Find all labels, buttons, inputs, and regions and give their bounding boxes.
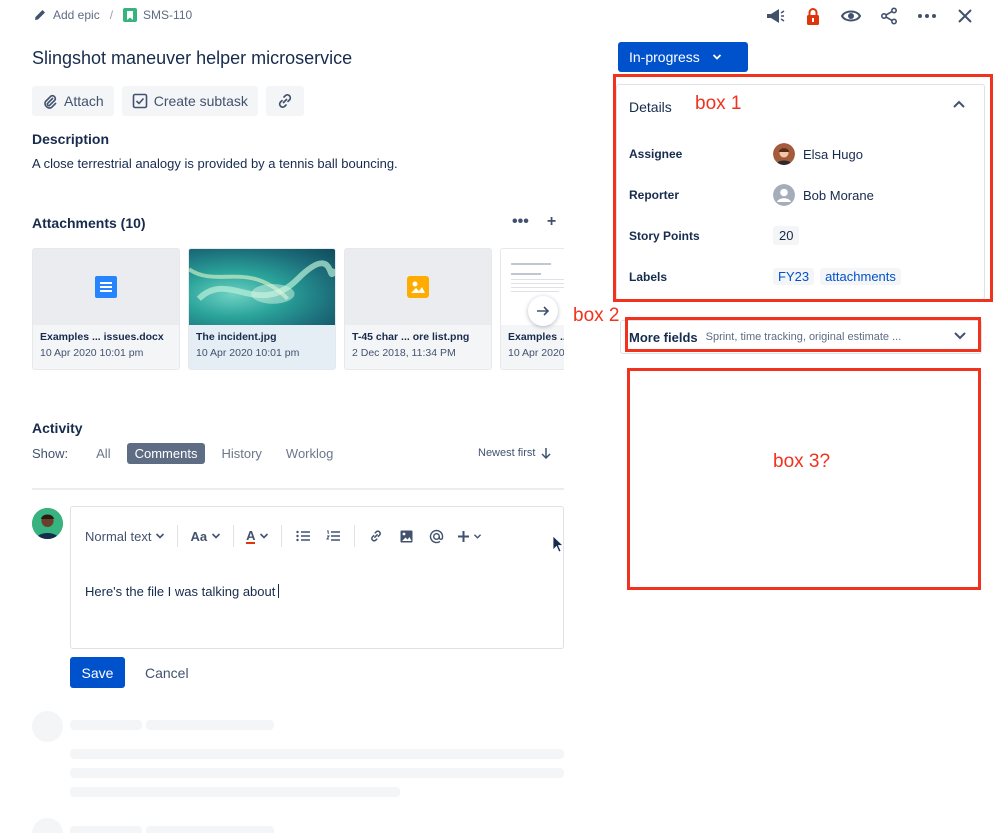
link-issue-button[interactable] (265, 86, 304, 116)
megaphone-icon[interactable] (765, 6, 785, 26)
comment-body[interactable]: Here's the file I was talking about (85, 584, 280, 599)
annotation-label-3: box 3? (773, 451, 831, 472)
link-icon[interactable] (361, 529, 391, 543)
insert-menu-button[interactable] (451, 530, 487, 543)
attachments-next-button[interactable] (528, 296, 558, 326)
font-size-label: Aa (190, 528, 208, 544)
editor-toolbar: Normal text Aa A (85, 525, 493, 547)
save-button[interactable]: Save (70, 657, 125, 688)
issue-key-link[interactable]: SMS-110 (143, 8, 192, 22)
activity-heading: Activity (32, 420, 83, 436)
comment-editor[interactable]: Normal text Aa A Here's the file I was t… (70, 506, 564, 649)
subtask-icon (132, 93, 148, 109)
chevron-down-icon (211, 532, 221, 540)
text-color-label: A (246, 527, 256, 544)
link-icon (276, 92, 294, 110)
mention-icon[interactable] (421, 529, 451, 544)
attachment-date: 10 Apr 2020 (508, 347, 564, 359)
attachment-date: 2 Dec 2018, 11:34 PM (352, 347, 456, 359)
filter-worklog[interactable]: Worklog (278, 443, 341, 464)
annotation-label-1: box 1 (695, 93, 742, 114)
attachment-card[interactable]: The incident.jpg 10 Apr 2020 10:01 pm (188, 248, 336, 370)
document-icon (95, 276, 117, 298)
status-dropdown[interactable]: In-progress (618, 42, 748, 72)
activity-divider (32, 488, 564, 490)
attachment-date: 10 Apr 2020 10:01 pm (40, 347, 144, 359)
annotation-box-1 (613, 74, 993, 302)
text-style-label: Normal text (85, 528, 152, 544)
attachment-name: Examples ... issues.docx (40, 331, 164, 343)
show-label: Show: (32, 446, 69, 461)
attachment-thumbnail (33, 249, 179, 325)
text-color-dropdown[interactable]: A (234, 529, 281, 544)
photo-thumbnail (189, 249, 335, 325)
filter-comments[interactable]: Comments (126, 443, 206, 464)
attach-button[interactable]: Attach (32, 86, 114, 116)
lock-icon[interactable] (803, 6, 823, 26)
paperclip-icon (42, 93, 58, 109)
story-icon (123, 8, 138, 22)
attachments-heading: Attachments (10) (32, 215, 146, 231)
comment-text: Here's the file I was talking about (85, 584, 276, 599)
filter-history[interactable]: History (213, 443, 269, 464)
annotation-box-3 (627, 368, 981, 590)
attachment-thumbnail (345, 249, 491, 325)
activity-filter: Show: All Comments History Worklog (32, 443, 341, 464)
annotation-label-2: box 2 (573, 305, 620, 326)
add-epic-link[interactable]: Add epic (53, 8, 100, 22)
sort-label: Newest first (478, 447, 536, 459)
attachment-name: Examples ... (508, 331, 564, 343)
filter-all[interactable]: All (88, 443, 118, 464)
issue-actions (765, 6, 975, 26)
font-size-dropdown[interactable]: Aa (178, 529, 233, 544)
chevron-down-icon (473, 533, 482, 539)
breadcrumb: Add epic / SMS-110 (33, 8, 192, 22)
chevron-down-icon (259, 532, 269, 540)
more-icon[interactable] (917, 6, 937, 26)
text-style-dropdown[interactable]: Normal text (85, 529, 177, 544)
mouse-cursor-icon (552, 535, 564, 553)
attachments-actions: ••• + (512, 213, 556, 231)
create-subtask-button[interactable]: Create subtask (121, 86, 258, 116)
cancel-button[interactable]: Cancel (145, 665, 189, 681)
attachments-add-button[interactable]: + (547, 213, 556, 231)
avatar (32, 508, 63, 539)
sort-toggle[interactable]: Newest first (478, 447, 551, 459)
attachments-strip: Examples ... issues.docx 10 Apr 2020 10:… (32, 248, 564, 372)
attachment-card[interactable]: Examples ... issues.docx 10 Apr 2020 10:… (32, 248, 180, 370)
arrow-right-icon (536, 304, 550, 318)
numbered-list-icon[interactable] (318, 530, 348, 542)
attachment-card[interactable]: T-45 char ... ore list.png 2 Dec 2018, 1… (344, 248, 492, 370)
annotation-box-2 (625, 317, 981, 352)
attach-label: Attach (64, 93, 104, 109)
description-text[interactable]: A close terrestrial analogy is provided … (32, 156, 398, 171)
attachment-name: T-45 char ... ore list.png (352, 331, 470, 343)
attachment-date: 10 Apr 2020 10:01 pm (196, 347, 300, 359)
image-icon[interactable] (391, 530, 421, 543)
breadcrumb-separator: / (109, 8, 114, 22)
watch-icon[interactable] (841, 6, 861, 26)
chevron-down-icon (712, 53, 722, 61)
close-icon[interactable] (955, 6, 975, 26)
bullet-list-icon[interactable] (288, 530, 318, 542)
attachments-more-button[interactable]: ••• (512, 213, 529, 231)
arrow-down-icon (541, 447, 551, 459)
create-subtask-label: Create subtask (153, 93, 248, 109)
status-label: In-progress (629, 49, 700, 65)
share-icon[interactable] (879, 6, 899, 26)
image-icon (407, 276, 429, 298)
issue-title[interactable]: Slingshot maneuver helper microservice (32, 48, 352, 69)
pencil-icon (33, 8, 47, 22)
attachment-name: The incident.jpg (196, 331, 277, 343)
issue-toolbar: Attach Create subtask (32, 86, 304, 116)
chevron-down-icon (155, 532, 165, 540)
description-heading: Description (32, 131, 110, 147)
plus-icon (457, 530, 469, 542)
